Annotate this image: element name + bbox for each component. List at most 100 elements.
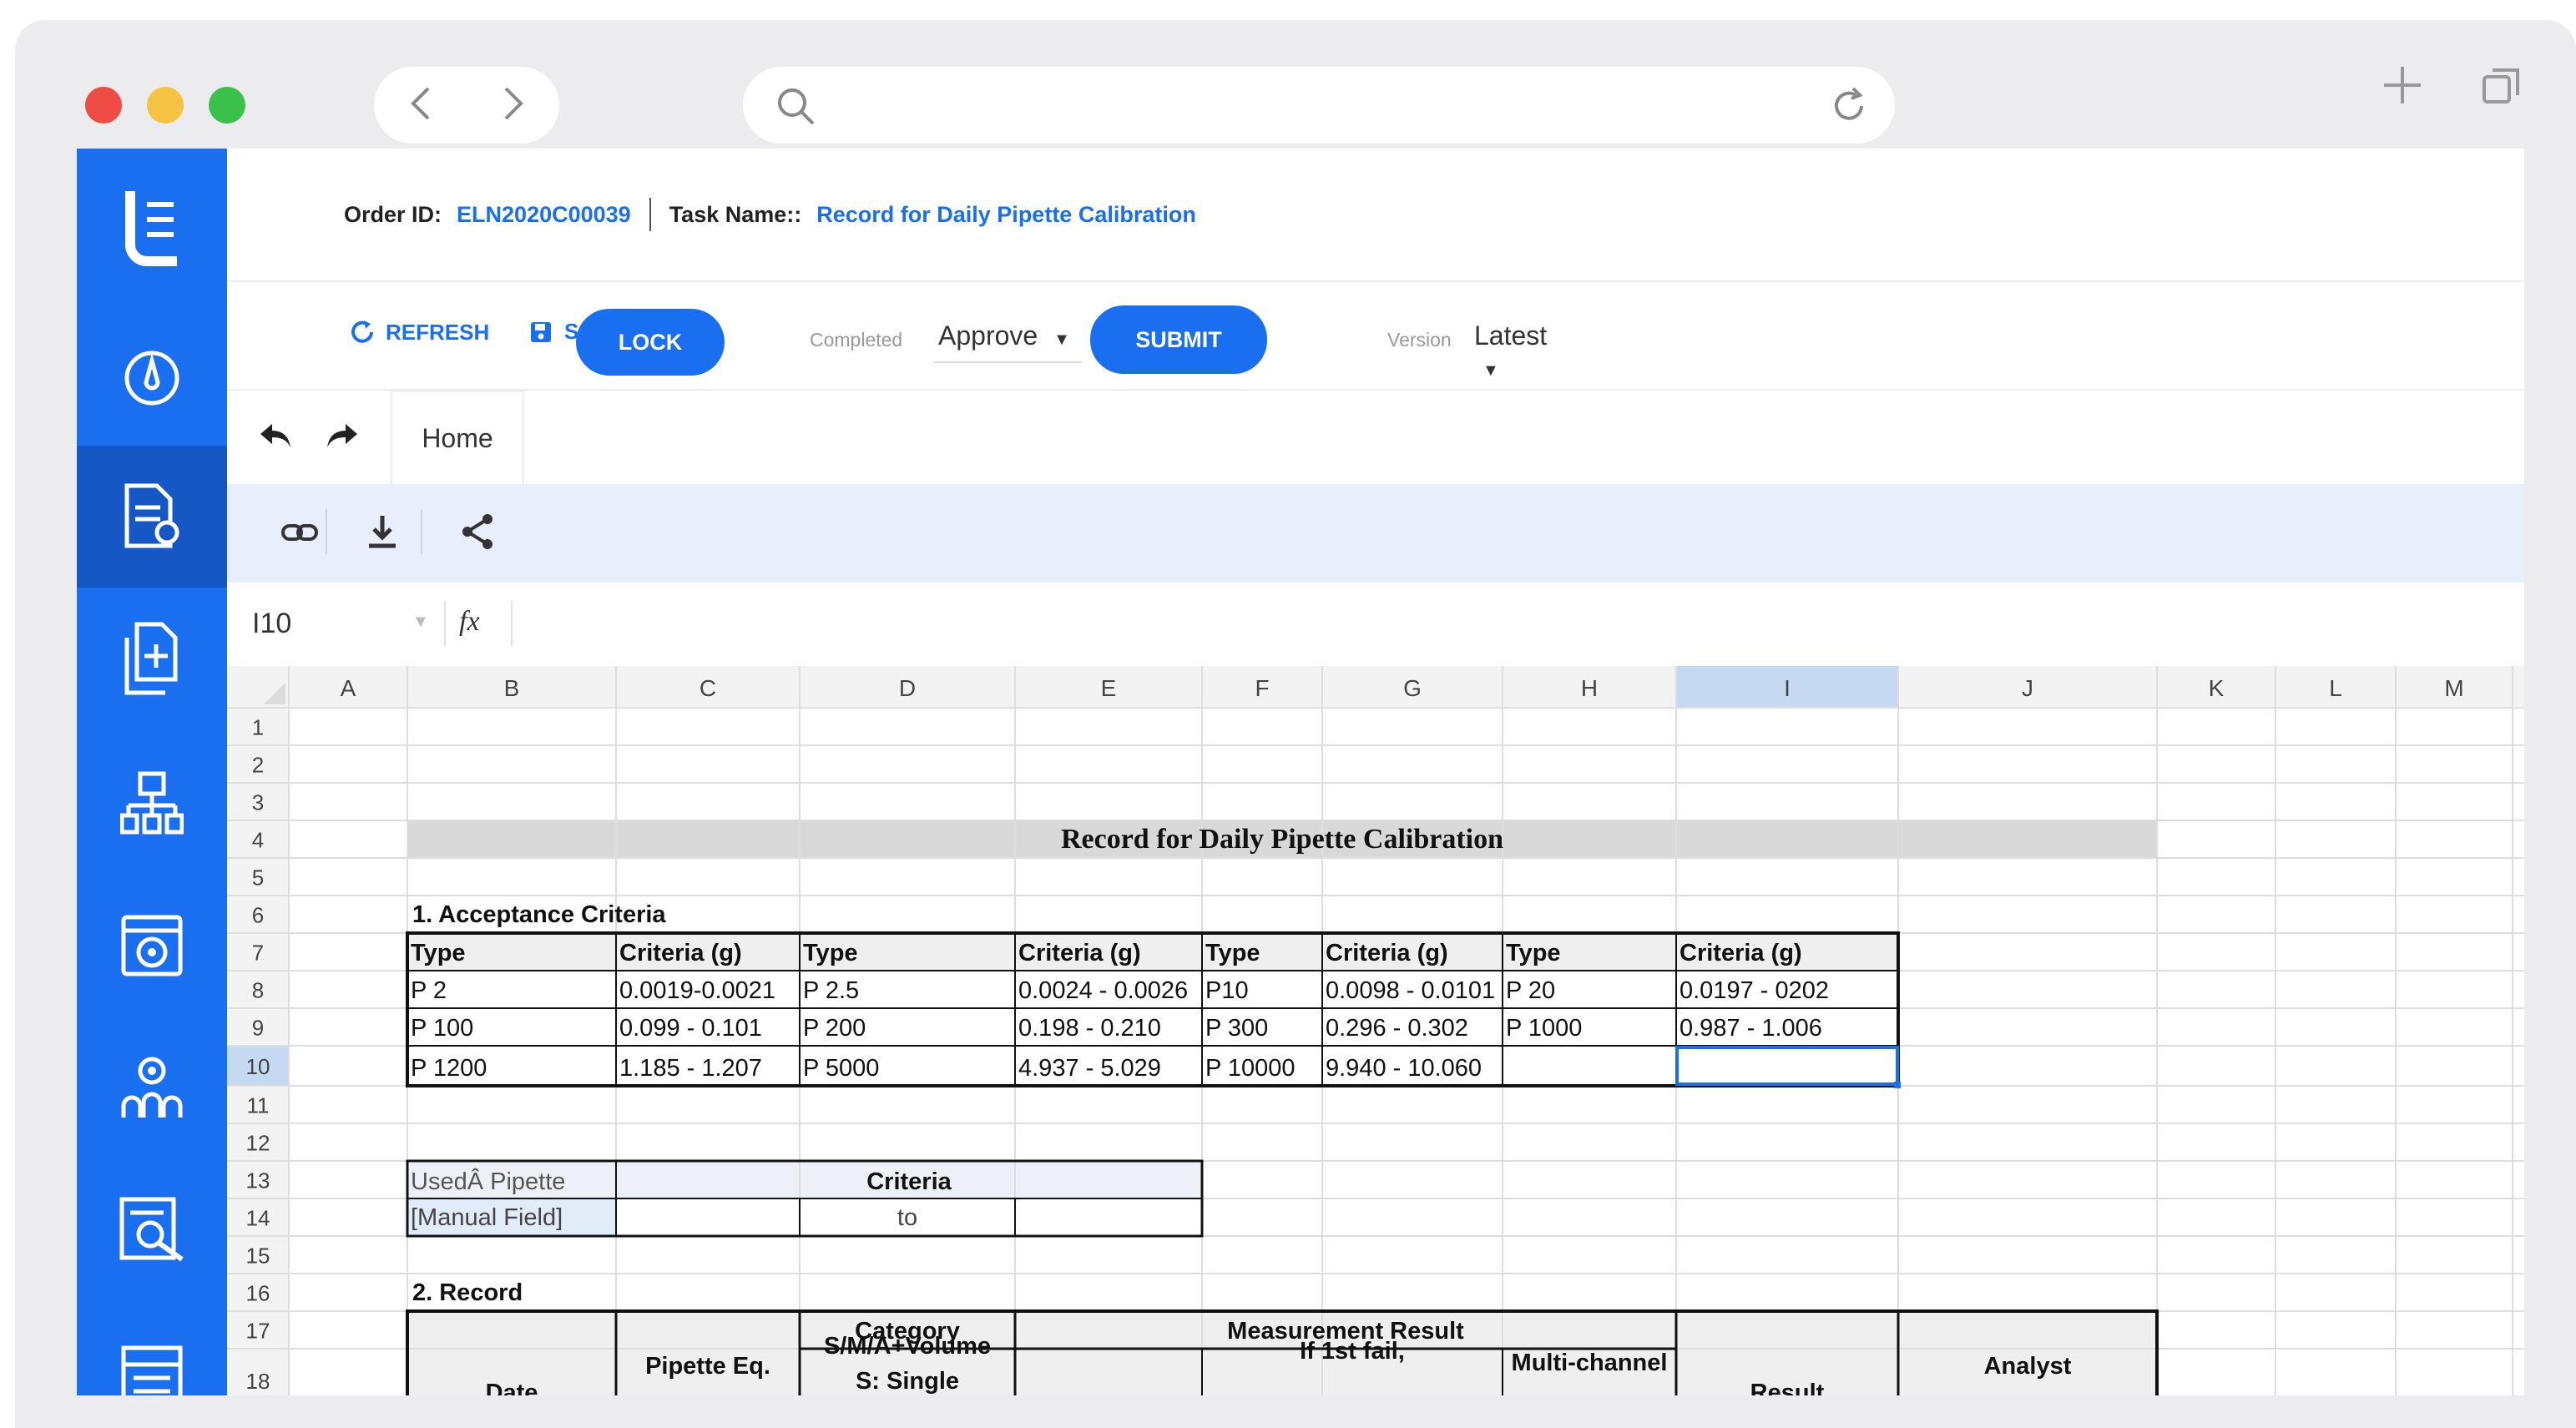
criteria-cell: 4.937 - 5.029 [1018,1055,1161,1082]
ribbon [227,484,2524,583]
column-header-i[interactable]: I [1784,675,1791,701]
document-edit-icon[interactable] [77,446,227,588]
row-header-3[interactable]: 3 [252,790,264,815]
record-category-sub1: S/M/A+Volume [824,1333,991,1360]
main-content: Order ID: ELN2020C00039 Task Name:: Reco… [227,149,2524,1395]
selected-cell[interactable] [1675,1046,1899,1086]
column-header-j[interactable]: J [2022,675,2033,701]
chevron-left-icon[interactable] [407,85,435,126]
column-header-f[interactable]: F [1255,675,1269,701]
column-header-g[interactable]: G [1403,675,1422,701]
row-header-13[interactable]: 13 [246,1168,270,1193]
criteria-cell: P 10000 [1205,1055,1296,1082]
criteria-cell: 0.0197 - 0202 [1679,977,1829,1004]
record-category-sub2: S: Single [856,1368,959,1395]
task-name-value[interactable]: Record for Daily Pipette Calibration [816,202,1196,228]
criteria-cell: 0.296 - 0.302 [1326,1015,1468,1042]
order-id-value[interactable]: ELN2020C00039 [457,202,631,228]
row-header-9[interactable]: 9 [252,1016,264,1041]
criteria-cell: 9.940 - 10.060 [1326,1055,1482,1082]
history-nav [374,67,559,144]
settings-window-icon[interactable] [77,875,227,1017]
criteria-cell: P 2.5 [803,977,859,1004]
version-label: Version [1387,329,1452,351]
search-icon [775,85,816,127]
row-header-18[interactable]: 18 [246,1369,270,1394]
caret-down-icon[interactable]: ▼ [412,613,429,632]
maximize-window-dot[interactable] [209,87,245,124]
column-header-b[interactable]: B [504,675,520,701]
version-value: Latest [1474,320,1548,351]
row-header-16[interactable]: 16 [246,1281,270,1306]
column-header-d[interactable]: D [899,675,916,701]
completed-label: Completed [810,329,903,351]
logo-icon[interactable] [77,157,227,299]
row-header-11[interactable]: 11 [247,1093,270,1118]
minimize-window-dot[interactable] [147,87,184,124]
cell-reference[interactable]: I10 [252,608,291,640]
list-icon[interactable] [77,1305,227,1395]
row-header-8[interactable]: 8 [252,978,264,1003]
share-icon[interactable] [459,512,496,555]
fx-icon: fx [459,606,480,637]
row-header-10[interactable]: 10 [246,1054,270,1079]
fill-handle[interactable] [1894,1082,1901,1088]
row-header-5[interactable]: 5 [252,865,264,891]
version-dropdown[interactable]: Latest ▼ [1469,320,1584,394]
eln-app: Order ID: ELN2020C00039 Task Name:: Reco… [77,149,2524,1395]
refresh-label: REFRESH [386,319,490,345]
grid-canvas[interactable]: A B C D E F G H I J K L M123456789101112131415161718… [227,666,2524,1395]
column-header-k[interactable]: K [2209,675,2225,701]
lock-button[interactable]: LOCK [576,309,725,376]
row-header-12[interactable]: 12 [246,1131,270,1156]
undo-icon[interactable] [259,422,292,455]
refresh-icon [351,320,373,343]
row-header-6[interactable]: 6 [252,903,264,928]
spreadsheet-grid[interactable]: A B C D E F G H I J K L M 1 2 3 4 5 6 7 8 9 10 11 12 13 14 15 16 17 18… [227,666,2524,1395]
team-settings-icon[interactable] [77,1017,227,1158]
criteria-cell: P 100 [411,1015,473,1042]
dashboard-gauge-icon[interactable] [77,307,227,449]
row-header-15[interactable]: 15 [246,1244,270,1269]
search-document-icon[interactable] [77,1158,227,1300]
plus-icon[interactable] [2379,62,2426,108]
row-header-2[interactable]: 2 [252,753,264,778]
column-header-a[interactable]: A [341,675,356,701]
address-bar[interactable] [743,67,1895,144]
column-header-c[interactable]: C [700,675,716,701]
criteria-header: Criteria [866,1168,952,1195]
row-header-7[interactable]: 7 [252,941,264,966]
hierarchy-icon[interactable] [77,733,227,875]
used-pipette-label: UsedÂ Pipette [411,1168,565,1195]
row-header-1[interactable]: 1 [252,715,264,740]
column-header-h[interactable]: H [1581,675,1598,701]
reload-icon[interactable] [1828,85,1870,127]
refresh-button[interactable]: REFRESH [349,319,489,346]
link-icon[interactable] [280,517,319,552]
record-multichannel-header: Multi-channel [1512,1350,1668,1376]
approve-dropdown[interactable]: Approve ▼ [933,320,1082,363]
column-header-m[interactable]: M [2444,675,2463,701]
action-toolbar: REFRESH SAVE LOCK Completed Approve ▼ SU… [227,282,2524,394]
ribbon-divider [421,509,422,554]
submit-button[interactable]: SUBMIT [1090,305,1267,374]
criteria-cell: 0.198 - 0.210 [1018,1015,1161,1042]
formula-divider [444,601,446,646]
download-icon[interactable] [366,512,399,555]
criteria-cell: P 1200 [411,1055,487,1082]
row-header-17[interactable]: 17 [246,1319,270,1344]
column-header-e[interactable]: E [1101,675,1117,701]
redo-icon[interactable] [326,422,359,455]
criteria-cell: P 300 [1205,1015,1268,1042]
column-header-l[interactable]: L [2329,675,2342,701]
row-header-14[interactable]: 14 [246,1206,270,1231]
close-window-dot[interactable] [85,87,122,124]
tabs-icon[interactable] [2481,65,2523,107]
chevron-right-icon[interactable] [499,85,528,126]
tab-home[interactable]: Home [391,391,524,484]
column-header-bar [227,666,2524,708]
document-add-icon[interactable] [77,588,227,729]
record-pipette-header: Pipette Eq. [645,1353,770,1380]
criteria-header-cell: Type [1205,940,1260,966]
row-header-4[interactable]: 4 [252,828,264,853]
